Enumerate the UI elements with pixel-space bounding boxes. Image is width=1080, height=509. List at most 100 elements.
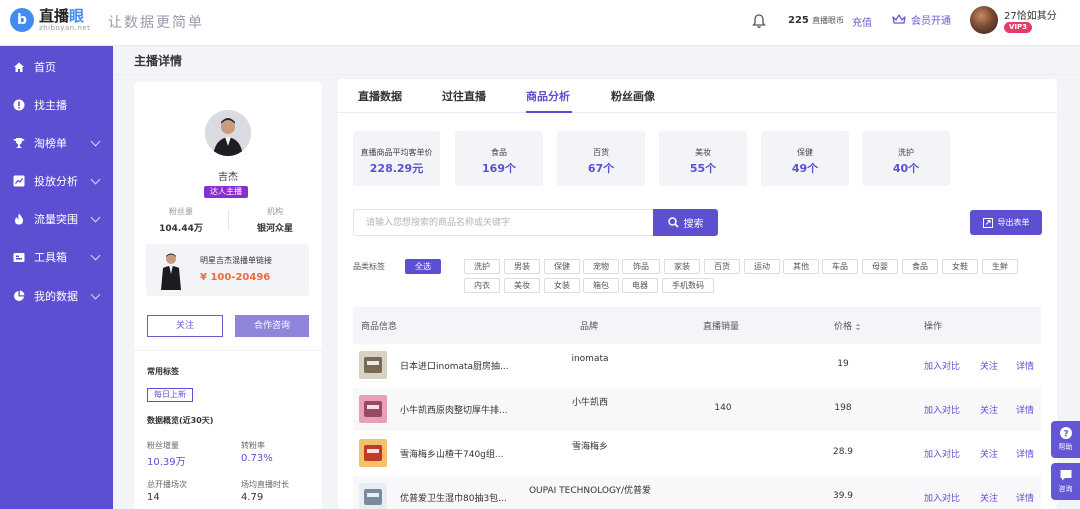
add-compare-link[interactable]: 加入对比 [924, 359, 960, 372]
sidebar-item-my-data[interactable]: 我的数据 [0, 281, 113, 311]
detail-link[interactable]: 详情 [1016, 491, 1034, 504]
product-name[interactable]: 小牛凯西原肉整切厚牛排... [400, 403, 508, 416]
follow-link[interactable]: 关注 [980, 359, 998, 372]
stat-card-wash[interactable]: 洗护 40个 [862, 131, 950, 186]
filter-chip[interactable]: 手机数码 [662, 278, 714, 293]
tab-live-data[interactable]: 直播数据 [358, 88, 402, 104]
filter-chip[interactable]: 宠物 [583, 259, 619, 274]
add-compare-link[interactable]: 加入对比 [924, 491, 960, 504]
detail-link[interactable]: 详情 [1016, 447, 1034, 460]
org-value: 银河众星 [256, 224, 293, 234]
daily-new-tag[interactable]: 每日上新 [147, 388, 193, 402]
stat-card-value: 169个 [482, 162, 516, 175]
filter-chip[interactable]: 食品 [902, 259, 938, 274]
filter-chip[interactable]: 电器 [622, 278, 658, 293]
follow-link[interactable]: 关注 [980, 491, 998, 504]
search-input[interactable] [354, 210, 653, 235]
column-header-price[interactable]: 价格 [834, 319, 861, 332]
filter-chip[interactable]: 洗护 [464, 259, 500, 274]
sidebar-item-find-anchor[interactable]: 找主播 [0, 90, 113, 120]
detail-link[interactable]: 详情 [1016, 359, 1034, 372]
filter-chip[interactable]: 保健 [544, 259, 580, 274]
column-header-brand: 品牌 [580, 322, 599, 332]
featured-product[interactable]: 明星吉杰混播单链接 ¥ 100-20496 [146, 244, 309, 296]
product-name[interactable]: 日本进口inomata厨房抽... [400, 359, 509, 372]
export-button[interactable]: 导出表单 [970, 210, 1042, 235]
stat-card-label: 保健 [797, 148, 813, 157]
filter-chip[interactable]: 生鲜 [982, 259, 1018, 274]
sidebar-item-toolbox[interactable]: 工具箱 [0, 242, 113, 272]
logo[interactable]: b 直播眼 zhiboyan.net [10, 8, 90, 32]
vip-open-link[interactable]: 会员开通 [892, 12, 951, 27]
stat-card-label: 美妆 [695, 148, 711, 157]
filter-chip[interactable]: 美妆 [504, 278, 540, 293]
follow-link[interactable]: 关注 [980, 447, 998, 460]
table-header: 商品信息 品牌 直播销量 价格 操作 [353, 307, 1041, 344]
user-name[interactable]: 27恰如其分 [1004, 7, 1057, 22]
product-sales: 140 [714, 403, 732, 413]
anchor-type-badge: 达人主播 [204, 186, 248, 198]
divider [134, 350, 322, 351]
tab-product-analysis[interactable]: 商品分析 [526, 88, 570, 104]
recharge-link[interactable]: 充值 [852, 14, 872, 29]
tab-fan-profile[interactable]: 粉丝画像 [611, 88, 655, 104]
crown-icon [892, 14, 906, 24]
filter-chip[interactable]: 运动 [744, 259, 780, 274]
search-button[interactable]: 搜索 [653, 209, 718, 236]
product-price: 28.9 [832, 447, 854, 457]
stat-card-food[interactable]: 食品 169个 [455, 131, 543, 186]
detail-link[interactable]: 详情 [1016, 403, 1034, 416]
user-avatar[interactable] [970, 6, 998, 34]
filter-chip[interactable]: 箱包 [583, 278, 619, 293]
product-thumbnail[interactable] [359, 351, 387, 379]
sidebar-item-rankings[interactable]: 淘榜单 [0, 128, 113, 158]
anchor-avatar[interactable] [205, 110, 251, 156]
product-brand: inomata [571, 354, 609, 364]
chevron-down-icon [90, 174, 101, 185]
product-name[interactable]: 雪海梅乡山楂干740g组... [400, 447, 503, 460]
follow-link[interactable]: 关注 [980, 403, 998, 416]
stat-card-beauty[interactable]: 美妆 55个 [659, 131, 747, 186]
search-box [353, 209, 653, 236]
anchor-profile-card: 吉杰 达人主播 粉丝量 104.44万 机构 银河众星 明星吉杰混播单链接 ¥ … [134, 82, 322, 509]
filter-chip[interactable]: 其他 [783, 259, 819, 274]
bell-icon[interactable] [752, 13, 766, 29]
product-name[interactable]: 优普爱卫生湿巾80抽3包... [400, 491, 507, 504]
filter-chip-all[interactable]: 全选 [405, 259, 441, 274]
product-thumbnail[interactable] [359, 483, 387, 509]
sidebar-item-home[interactable]: 首页 [0, 52, 113, 82]
filter-chip[interactable]: 家装 [664, 259, 700, 274]
product-brand: OUPAI TECHNOLOGY/优普爱 [528, 486, 652, 496]
follow-button[interactable]: 关注 [147, 315, 223, 337]
product-thumbnail[interactable] [359, 395, 387, 423]
sidebar-item-label: 找主播 [34, 99, 67, 112]
filter-chip[interactable]: 女装 [544, 278, 580, 293]
anchor-name: 吉杰 [218, 172, 238, 183]
sidebar-item-label: 流量突围 [34, 213, 78, 226]
logo-name: 直播 [39, 7, 70, 25]
stat-card-general[interactable]: 百货 67个 [557, 131, 645, 186]
product-price: 39.9 [832, 491, 854, 501]
consult-button[interactable]: 合作咨询 [235, 315, 309, 337]
consult-float-button[interactable]: 咨询 [1051, 463, 1080, 500]
sidebar-item-traffic[interactable]: 流量突围 [0, 204, 113, 234]
filter-chip[interactable]: 内衣 [464, 278, 500, 293]
sidebar-item-ad-analysis[interactable]: 投放分析 [0, 166, 113, 196]
stat-card-value: 49个 [791, 162, 819, 175]
add-compare-link[interactable]: 加入对比 [924, 403, 960, 416]
filter-chip[interactable]: 百货 [704, 259, 740, 274]
filter-chip[interactable]: 饰品 [622, 259, 660, 274]
help-float-button[interactable]: ? 帮助 [1051, 421, 1080, 458]
coins-balance: 225 直播眼币 [788, 15, 844, 26]
filter-chip[interactable]: 母婴 [862, 259, 898, 274]
filter-chip[interactable]: 车品 [822, 259, 858, 274]
filter-chip[interactable]: 女鞋 [942, 259, 978, 274]
filter-chip[interactable]: 男装 [504, 259, 540, 274]
product-thumbnail[interactable] [359, 439, 387, 467]
add-compare-link[interactable]: 加入对比 [924, 447, 960, 460]
table-row: 雪海梅乡山楂干740g组... 雪海梅乡 28.9 加入对比 关注 详情 [353, 432, 1041, 475]
metric-value: 0.73% [241, 453, 273, 464]
tab-past-live[interactable]: 过往直播 [442, 88, 486, 104]
stat-card-health[interactable]: 保健 49个 [761, 131, 849, 186]
divider [113, 74, 1080, 75]
